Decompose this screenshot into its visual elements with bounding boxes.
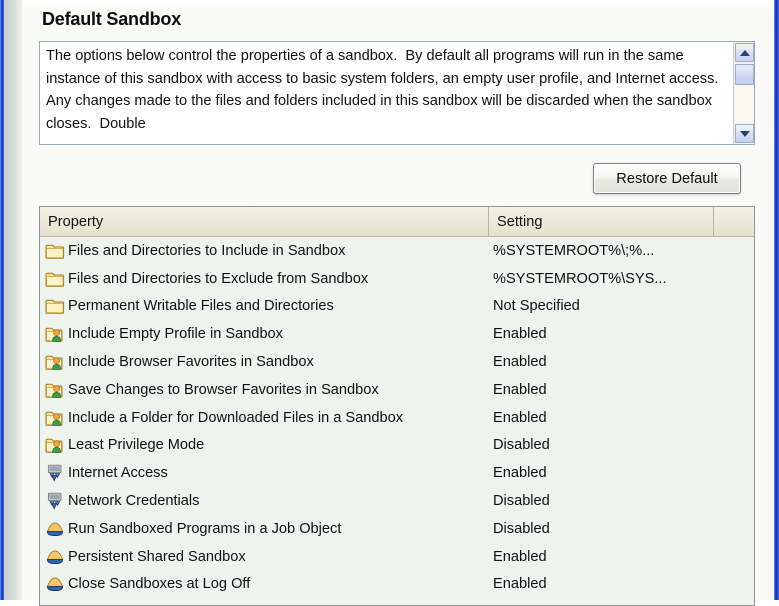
table-cell-setting: Disabled xyxy=(493,437,550,454)
table-cell-property: Network Credentials xyxy=(68,493,200,510)
column-header-property[interactable]: Property xyxy=(40,207,488,236)
column-header-property-label: Property xyxy=(48,213,104,230)
table-row[interactable]: Save Changes to Browser Favorites in San… xyxy=(40,376,754,404)
description-textbox[interactable]: The options below control the properties… xyxy=(39,41,755,145)
table-cell-setting: Enabled xyxy=(493,465,547,482)
table-cell-setting: Enabled xyxy=(493,576,547,593)
scrollbar-up-button[interactable] xyxy=(735,43,754,62)
table-cell-setting: Disabled xyxy=(493,520,550,537)
folder-user-icon xyxy=(45,436,65,454)
description-text: The options below control the properties… xyxy=(46,48,726,132)
description-scrollbar[interactable] xyxy=(733,42,754,144)
table-cell-setting: Enabled xyxy=(493,354,547,371)
column-header-extra[interactable] xyxy=(713,207,754,236)
table-cell-setting: %SYSTEMROOT%\SYS... xyxy=(493,270,667,287)
window-border-right xyxy=(774,0,779,600)
table-cell-property: Permanent Writable Files and Directories xyxy=(68,298,334,315)
restore-default-button[interactable]: Restore Default xyxy=(593,163,741,194)
table-row[interactable]: Close Sandboxes at Log Off Enabled xyxy=(40,571,754,599)
table-row[interactable]: Include a Folder for Downloaded Files in… xyxy=(40,404,754,432)
table-cell-setting: %SYSTEMROOT%\;%... xyxy=(493,242,655,259)
table-cell-setting: Enabled xyxy=(493,381,547,398)
application-window: Default Sandbox The options below contro… xyxy=(0,0,779,606)
sandbox-icon xyxy=(45,548,65,566)
table-row[interactable]: Run Sandboxed Programs in a Job Object Di… xyxy=(40,515,754,543)
table-cell-setting: Enabled xyxy=(493,326,547,343)
table-cell-property: Include Browser Favorites in Sandbox xyxy=(68,354,314,371)
page-top-edge xyxy=(22,0,774,8)
sandbox-icon xyxy=(45,520,65,538)
list-body: Files and Directories to Include in Sand… xyxy=(40,237,754,605)
table-cell-setting: Disabled xyxy=(493,493,550,510)
table-row[interactable]: Include Browser Favorites in Sandbox Enab… xyxy=(40,348,754,376)
table-cell-setting: Enabled xyxy=(493,409,547,426)
folder-user-icon xyxy=(45,409,65,427)
table-cell-property: Files and Directories to Include in Sand… xyxy=(68,242,346,259)
table-row[interactable]: Include Empty Profile in Sandbox Enabled xyxy=(40,320,754,348)
property-list[interactable]: Property Setting Files and Directories t… xyxy=(39,206,755,606)
folder-icon xyxy=(45,242,65,260)
column-header-setting[interactable]: Setting xyxy=(488,207,713,236)
table-row[interactable]: Least Privilege Mode Disabled xyxy=(40,432,754,460)
table-cell-property: Save Changes to Browser Favorites in San… xyxy=(68,381,379,398)
page-title: Default Sandbox xyxy=(42,9,182,29)
window-inner-edge-left xyxy=(4,0,22,600)
page-content: Default Sandbox The options below contro… xyxy=(22,0,774,606)
chevron-up-icon xyxy=(739,49,750,56)
table-cell-property: Include Empty Profile in Sandbox xyxy=(68,326,283,343)
chevron-down-icon xyxy=(739,130,750,137)
table-row[interactable]: Files and Directories to Exclude from Sa… xyxy=(40,265,754,293)
table-cell-property: Least Privilege Mode xyxy=(68,437,205,454)
table-row[interactable]: Permanent Writable Files and Directories… xyxy=(40,293,754,321)
folder-icon xyxy=(45,270,65,288)
list-header-row: Property Setting xyxy=(40,207,754,237)
network-icon xyxy=(45,492,65,510)
column-header-setting-label: Setting xyxy=(497,213,543,230)
table-cell-property: Files and Directories to Exclude from Sa… xyxy=(68,270,369,287)
table-row[interactable]: Internet Access Enabled xyxy=(40,459,754,487)
table-cell-property: Persistent Shared Sandbox xyxy=(68,548,246,565)
network-icon xyxy=(45,464,65,482)
table-cell-property: Close Sandboxes at Log Off xyxy=(68,576,251,593)
folder-icon xyxy=(45,297,65,315)
sandbox-icon xyxy=(45,575,65,593)
folder-user-icon xyxy=(45,353,65,371)
table-cell-property: Include a Folder for Downloaded Files in… xyxy=(68,409,404,426)
table-cell-setting: Not Specified xyxy=(493,298,580,315)
table-cell-property: Internet Access xyxy=(68,465,168,482)
scrollbar-down-button[interactable] xyxy=(735,124,754,143)
folder-user-icon xyxy=(45,325,65,343)
folder-user-icon xyxy=(45,381,65,399)
table-row[interactable]: Files and Directories to Include in Sand… xyxy=(40,237,754,265)
table-row[interactable]: Persistent Shared Sandbox Enabled xyxy=(40,543,754,571)
scrollbar-thumb[interactable] xyxy=(735,64,754,85)
table-cell-property: Run Sandboxed Programs in a Job Object xyxy=(68,520,342,537)
table-cell-setting: Enabled xyxy=(493,548,547,565)
scrollbar-track[interactable] xyxy=(735,86,754,122)
table-row[interactable]: Network Credentials Disabled xyxy=(40,487,754,515)
